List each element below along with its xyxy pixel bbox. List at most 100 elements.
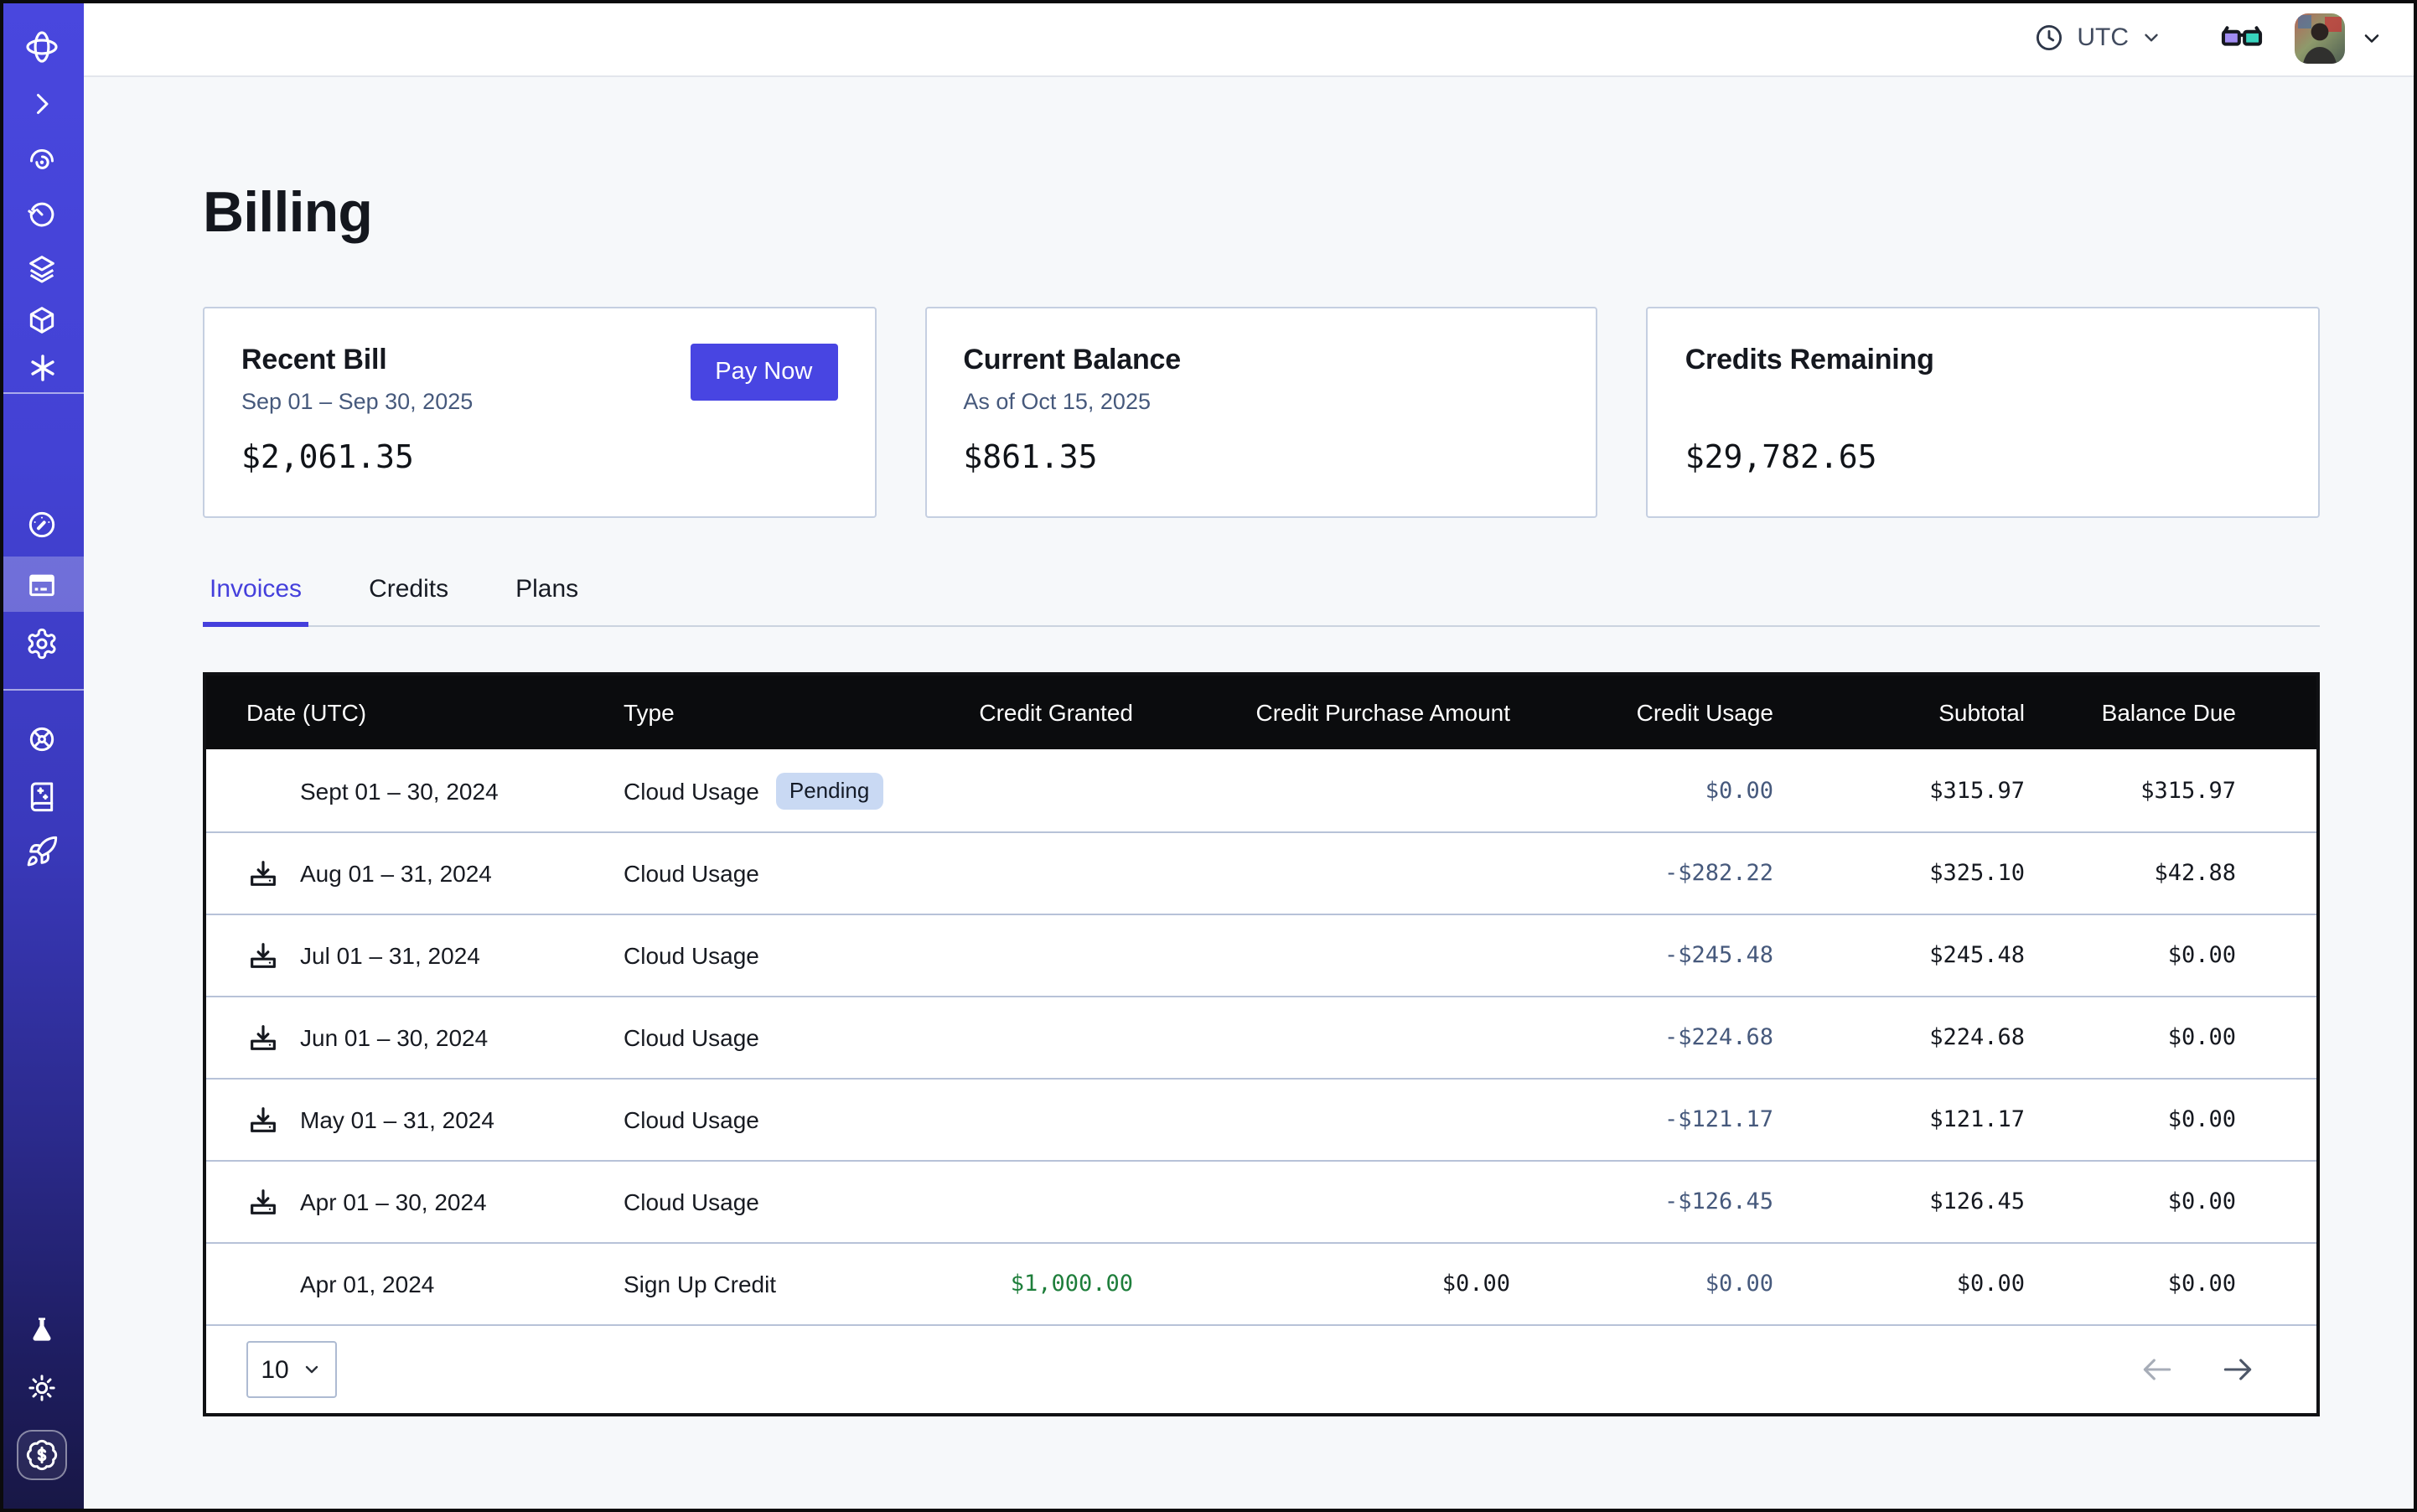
sidebar-item-logo[interactable] (0, 20, 84, 74)
table-row: Apr 01 – 30, 2024 Cloud Usage -$126.45 $… (206, 1160, 2316, 1242)
pending-badge: Pending (776, 772, 882, 809)
chevron-down-icon (2140, 27, 2162, 49)
download-invoice-icon[interactable] (246, 1103, 280, 1137)
recent-bill-card: Recent Bill Sep 01 – Sep 30, 2025 $2,061… (203, 307, 876, 518)
reader-mode-button[interactable] (2219, 15, 2264, 60)
download-invoice-icon[interactable] (246, 857, 280, 890)
column-header: Credit Purchase Amount (1133, 699, 1510, 726)
card-subtitle: As of Oct 15, 2025 (963, 389, 1559, 417)
asterisk-icon (24, 350, 60, 385)
table-row: May 01 – 31, 2024 Cloud Usage -$121.17 $… (206, 1078, 2316, 1160)
balance-due: $315.97 (2025, 777, 2316, 804)
sidebar-item-history[interactable] (0, 188, 84, 241)
glasses-icon (2219, 15, 2264, 60)
card-amount: $2,061.35 (241, 439, 837, 476)
table-row: Apr 01, 2024 Sign Up Credit $1,000.00 $0… (206, 1242, 2316, 1324)
credit-usage: -$245.48 (1510, 942, 1773, 969)
layers-icon (25, 251, 59, 285)
subtotal: $121.17 (1773, 1106, 2025, 1133)
app-window: UTC (0, 0, 2417, 1512)
tab-invoices[interactable]: Invoices (203, 575, 308, 625)
download-invoice-icon[interactable] (246, 1185, 280, 1219)
credit-usage: -$126.45 (1510, 1188, 1773, 1215)
balance-due: $42.88 (2025, 860, 2316, 887)
previous-page-button[interactable] (2139, 1351, 2176, 1388)
gauge-icon (25, 508, 59, 541)
credits-button[interactable] (17, 1430, 67, 1480)
balance-due: $0.00 (2025, 1024, 2316, 1051)
next-page-button[interactable] (2219, 1351, 2256, 1388)
sidebar-item-layers[interactable] (0, 241, 84, 295)
arrow-right-icon (2219, 1351, 2256, 1388)
sidebar-item-launch[interactable] (0, 825, 84, 878)
sidebar-item-settings[interactable] (0, 617, 84, 671)
chevron-down-icon (2360, 26, 2383, 49)
book-sparkles-icon (25, 779, 59, 813)
tab-credits[interactable]: Credits (362, 575, 455, 625)
timezone-selector[interactable]: UTC (2033, 22, 2162, 54)
table-row: Sept 01 – 30, 2024 Cloud UsagePending $0… (206, 749, 2316, 831)
arrow-left-icon (2139, 1351, 2176, 1388)
gear-icon (25, 627, 59, 660)
download-invoice-icon[interactable] (246, 1021, 280, 1054)
column-header: Type (624, 699, 908, 726)
main-content: Billing Recent Bill Sep 01 – Sep 30, 202… (84, 77, 2417, 1512)
sidebar-item-billing[interactable] (0, 557, 84, 612)
column-header: Subtotal (1773, 699, 2025, 726)
subtotal: $245.48 (1773, 942, 2025, 969)
invoice-date: Aug 01 – 31, 2024 (300, 860, 492, 887)
invoice-type: Cloud Usage (624, 860, 759, 887)
table-row: Aug 01 – 31, 2024 Cloud Usage -$282.22 $… (206, 831, 2316, 914)
invoice-type: Cloud Usage (624, 942, 759, 969)
invoice-date: Jun 01 – 30, 2024 (300, 1024, 488, 1051)
balance-due: $0.00 (2025, 1188, 2316, 1215)
rocket-icon (25, 835, 59, 868)
credit-usage: -$224.68 (1510, 1024, 1773, 1051)
timezone-label: UTC (2077, 23, 2129, 52)
sidebar-item-package[interactable] (0, 293, 84, 347)
sidebar-item-labs[interactable] (0, 1304, 84, 1358)
table-header: Date (UTC) Type Credit Granted Credit Pu… (206, 676, 2316, 749)
column-header: Credit Granted (908, 699, 1133, 726)
sidebar-item-asterisk[interactable] (0, 340, 84, 394)
page-size-value: 10 (261, 1355, 288, 1384)
invoice-date: Sept 01 – 30, 2024 (300, 777, 499, 804)
sidebar-item-docs[interactable] (0, 769, 84, 823)
dollar-badge-icon (25, 1438, 59, 1472)
sidebar-item-helm[interactable] (0, 712, 84, 766)
logo-orbit-icon (23, 28, 60, 65)
subtotal: $325.10 (1773, 860, 2025, 887)
sidebar-item-theme[interactable] (0, 1361, 84, 1415)
download-invoice-icon[interactable] (246, 939, 280, 972)
invoice-type: Cloud Usage (624, 1106, 759, 1133)
chevron-right-icon (27, 89, 57, 119)
pay-now-button[interactable]: Pay Now (690, 344, 837, 401)
invoices-table: Date (UTC) Type Credit Granted Credit Pu… (203, 672, 2320, 1416)
card-amount: $861.35 (963, 439, 1559, 476)
avatar (2295, 13, 2345, 63)
page-title: Billing (203, 181, 2320, 246)
sidebar (0, 0, 84, 1512)
sidebar-divider (0, 689, 84, 691)
topbar: UTC (84, 0, 2417, 77)
ship-wheel-icon (25, 722, 59, 756)
card-title: Credits Remaining (1685, 344, 2281, 377)
column-header: Balance Due (2025, 699, 2316, 726)
invoice-date: Apr 01 – 30, 2024 (300, 1188, 487, 1215)
column-header: Credit Usage (1510, 699, 1773, 726)
billing-tabs: Invoices Credits Plans (203, 575, 2320, 627)
subtotal: $315.97 (1773, 777, 2025, 804)
column-header: Date (UTC) (206, 699, 624, 726)
credit-purchase-amount: $0.00 (1133, 1271, 1510, 1297)
spiral-icon (25, 144, 59, 178)
tab-plans[interactable]: Plans (509, 575, 585, 625)
account-menu[interactable] (2295, 13, 2383, 63)
billing-card-icon (25, 567, 59, 601)
sidebar-item-expand[interactable] (0, 77, 84, 131)
sidebar-item-usage[interactable] (0, 498, 84, 551)
credit-granted: $1,000.00 (908, 1271, 1133, 1297)
summary-cards: Recent Bill Sep 01 – Sep 30, 2025 $2,061… (203, 307, 2320, 518)
card-title: Current Balance (963, 344, 1559, 377)
page-size-select[interactable]: 10 (246, 1341, 337, 1398)
sidebar-item-observe[interactable] (0, 134, 84, 188)
